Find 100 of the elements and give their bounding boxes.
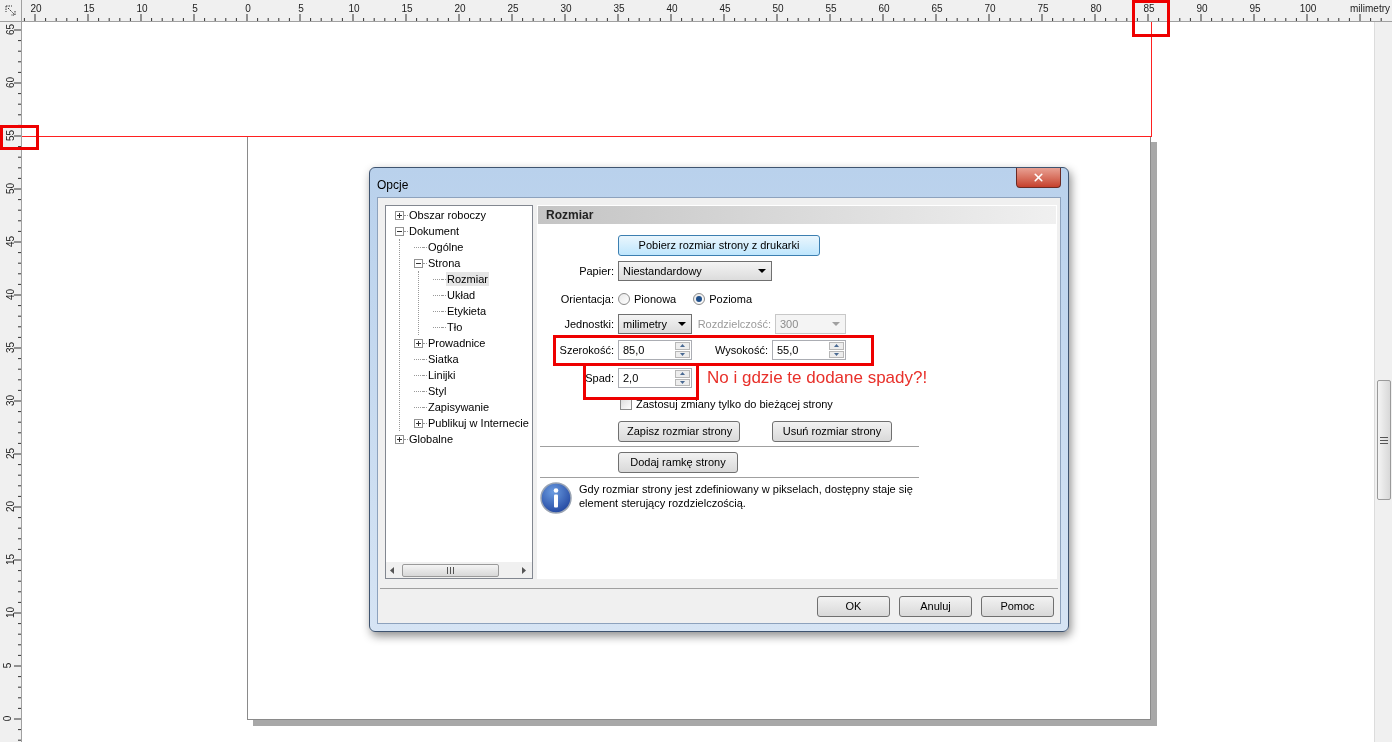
field-label: Szerokość: [559,342,614,358]
ruler-label: 25 [5,447,17,460]
vertical-scrollbar[interactable] [1374,22,1392,742]
ruler-label: 35 [5,341,17,354]
plus-icon [397,436,402,442]
ruler-label: 70 [984,3,996,14]
ruler-label: 0 [2,715,14,722]
collapse-toggle[interactable] [414,258,423,268]
minus-icon [416,260,421,266]
units-dropdown[interactable]: milimetry [618,314,692,334]
ruler-label: 20 [5,500,17,513]
info-text: Gdy rozmiar strony jest zdefiniowany w pikselach, dostępny staje się element sterujący rozdzielczością. [579,481,914,510]
ruler-corner[interactable] [0,0,22,22]
ruler-label: 95 [1249,3,1261,14]
add-frame-button[interactable]: Dodaj ramkę strony [618,451,738,473]
dialog-button[interactable]: Pomoc [981,596,1054,617]
tree-item[interactable]: Zapisywanie [427,400,491,414]
ruler-label: 55 [825,3,837,14]
scrollbar-thumb[interactable] [402,563,499,577]
section-header: Rozmiar [538,206,1056,224]
tree-item[interactable]: Publikuj w Internecie [427,416,530,430]
ruler-label: 60 [5,76,17,89]
ruler-label: 5 [192,3,198,14]
tree-item[interactable]: Układ [446,288,477,302]
minus-icon [397,228,402,234]
ruler-label: 50 [772,3,784,14]
ruler-label: 15 [401,3,413,14]
collapse-toggle[interactable] [395,226,404,236]
field-label: Jednostki: [564,316,614,332]
radio-button[interactable] [693,293,706,305]
radio-label: Pionowa [634,291,677,307]
expand-toggle[interactable] [395,210,404,220]
tree-item[interactable]: Rozmiar [446,272,489,286]
ruler-label: 40 [666,3,678,14]
dialog-button[interactable]: OK [817,596,890,617]
tree-item[interactable]: Globalne [408,432,455,446]
save-size-button[interactable]: Zapisz rozmiar strony [618,420,740,442]
expand-toggle[interactable] [414,338,423,348]
tree-item[interactable]: Etykieta [446,304,488,318]
ruler-label: 5 [2,662,14,669]
ruler-unit: milimetry [1350,3,1390,14]
caret-icon [758,269,766,273]
ruler-label: 15 [83,3,95,14]
left-arrow-icon[interactable] [390,566,394,574]
plus-icon [416,340,421,346]
field-label: Spad: [585,370,614,386]
expand-toggle[interactable] [395,434,404,444]
ruler-label: 20 [30,3,42,14]
plus-icon [416,420,421,426]
dialog-button[interactable]: Anuluj [899,596,972,617]
ruler-label: 25 [507,3,519,14]
ruler-label: 50 [5,182,17,195]
tree-item[interactable]: Linijki [427,368,457,382]
ruler-label: 30 [560,3,572,14]
radio-label: Pozioma [709,291,752,307]
origin-arrows-icon [4,4,17,17]
annotation-frame [0,125,39,150]
tree-item[interactable]: Ogólne [427,240,465,254]
ruler-label: 0 [245,3,251,14]
ruler-label: 5 [298,3,304,14]
tree-item[interactable]: Styl [427,384,448,398]
expand-toggle[interactable] [414,418,423,428]
delete-size-button[interactable]: Usuń rozmiar strony [772,420,892,442]
caret-icon [832,322,840,326]
paper-dropdown[interactable]: Niestandardowy [618,261,772,281]
scrollbar-thumb[interactable] [1377,380,1391,500]
ruler-label: 90 [1196,3,1208,14]
ruler-label: 65 [5,23,17,36]
ruler-label: 45 [5,235,17,248]
ruler-label: 85 [1143,3,1155,14]
ruler-label: 20 [454,3,466,14]
ruler-label: 15 [5,553,17,566]
tree-item[interactable]: Siatka [427,352,460,366]
checkbox-label: Zastosuj zmiany tylko do bieżącej strony [636,397,833,412]
window-title: Opcje [377,177,409,194]
info-icon [540,481,572,514]
horizontal-scrollbar[interactable] [386,562,532,578]
radio-button[interactable] [618,293,630,305]
tree-item[interactable]: Strona [427,256,462,270]
close-button[interactable] [1016,168,1061,188]
tree-item[interactable]: Prowadnice [427,336,487,350]
grip-icon [447,566,454,574]
ruler-label: 65 [931,3,943,14]
field-label: Orientacja: [560,291,614,307]
plus-icon [397,212,402,218]
grip-icon [1380,436,1388,444]
right-arrow-icon[interactable] [522,566,526,574]
printer-size-button[interactable]: Pobierz rozmiar strony z drukarki [618,235,820,256]
tree-item[interactable]: Dokument [408,224,461,238]
field-label: Papier: [579,263,614,279]
ruler-label: 75 [1037,3,1049,14]
annotation-text: No i gdzie te dodane spady?! [707,368,928,388]
field-label: Wysokość: [714,342,768,358]
tree-item[interactable]: Tło [446,320,464,334]
tree-item[interactable]: Obszar roboczy [408,208,488,222]
ruler-label: 35 [613,3,625,14]
ruler-label: 10 [136,3,148,14]
ruler-label: 40 [5,288,17,301]
ruler-label: 10 [348,3,360,14]
field-label: Rozdzielczość: [697,316,771,332]
